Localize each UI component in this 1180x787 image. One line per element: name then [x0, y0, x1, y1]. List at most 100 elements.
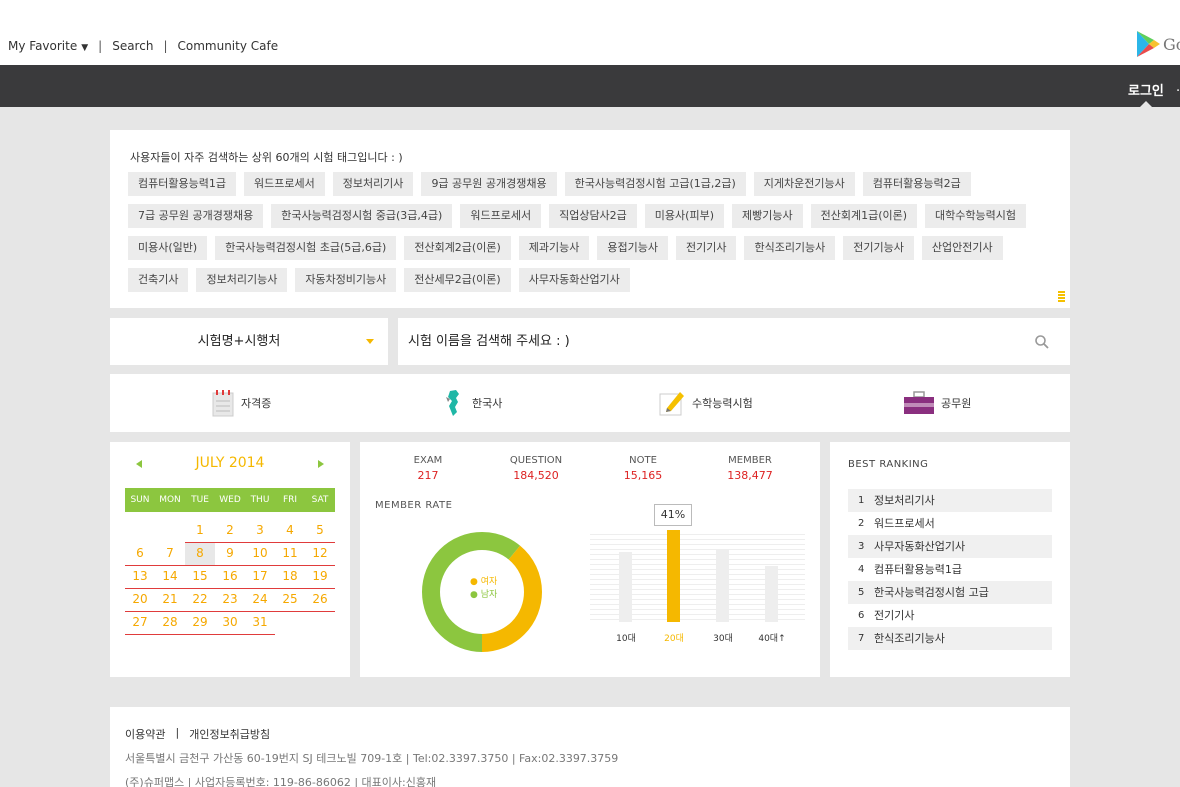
- age-bar[interactable]: [716, 550, 729, 622]
- tag-chip[interactable]: 정보처리기능사: [196, 268, 288, 292]
- age-bar[interactable]: [765, 565, 778, 622]
- calendar-day[interactable]: 20: [125, 589, 155, 612]
- ranking-item[interactable]: 7 한식조리기능사: [848, 627, 1052, 650]
- tag-chip[interactable]: 미용사(피부): [644, 204, 724, 228]
- age-bar[interactable]: [667, 530, 680, 622]
- ranking-item[interactable]: 4 컴퓨터활용능력1급: [848, 558, 1052, 581]
- search-input[interactable]: [408, 328, 1008, 355]
- calendar-day[interactable]: 13: [125, 566, 155, 589]
- tag-chip[interactable]: 컴퓨터활용능력1급: [128, 172, 236, 196]
- tag-chip[interactable]: 7급 공무원 공개경쟁채용: [128, 204, 264, 228]
- tag-chip[interactable]: 용접기능사: [597, 236, 668, 260]
- calendar-week: 20 21 22 23 24 25 26: [125, 589, 335, 612]
- calendar-day[interactable]: 2: [215, 520, 245, 543]
- tag-chip[interactable]: 전기기사: [675, 236, 737, 260]
- category-korean-history[interactable]: 한국사: [444, 374, 502, 432]
- calendar-day[interactable]: 28: [155, 612, 185, 635]
- calendar-day[interactable]: 23: [215, 589, 245, 612]
- tag-chip[interactable]: 한국사능력검정시험 중급(3급,4급): [271, 204, 453, 228]
- stat-note: NOTE 15,165: [593, 455, 693, 482]
- nav-separator: |: [98, 39, 103, 53]
- tag-chip[interactable]: 워드프로세서: [243, 172, 325, 196]
- calendar-day[interactable]: 14: [155, 566, 185, 589]
- calendar-day[interactable]: 17: [245, 566, 275, 589]
- tag-chip[interactable]: 한국사능력검정시험 고급(1급,2급): [564, 172, 746, 196]
- category-civil-service[interactable]: 공무원: [903, 374, 971, 432]
- expand-handle-icon[interactable]: [1058, 291, 1065, 302]
- search-type-select[interactable]: 시험명+시행처: [110, 318, 388, 365]
- tag-chip[interactable]: 직업상담사2급: [549, 204, 637, 228]
- chevron-right-icon[interactable]: [318, 460, 324, 468]
- ranking-item[interactable]: 5 한국사능력검정시험 고급: [848, 581, 1052, 604]
- tag-chip[interactable]: 워드프로세서: [460, 204, 542, 228]
- calendar-day[interactable]: 12: [305, 543, 335, 566]
- search-box: [398, 318, 1070, 365]
- tag-chip[interactable]: 사무자동화산업기사: [518, 268, 630, 292]
- calendar-day[interactable]: 30: [215, 612, 245, 635]
- ranking-item[interactable]: 1 정보처리기사: [848, 489, 1052, 512]
- tag-chip[interactable]: 지게차운전기능사: [753, 172, 855, 196]
- calendar-day[interactable]: 26: [305, 589, 335, 612]
- tag-chip[interactable]: 미용사(일반): [128, 236, 208, 260]
- calendar-day[interactable]: 15: [185, 566, 215, 589]
- ranking-item[interactable]: 6 전기기사: [848, 604, 1052, 627]
- tag-chip[interactable]: 한국사능력검정시험 초급(5급,6급): [215, 236, 397, 260]
- tag-chip[interactable]: 전기기능사: [843, 236, 914, 260]
- calendar-day[interactable]: 18: [275, 566, 305, 589]
- ranking-item[interactable]: 2 워드프로세서: [848, 512, 1052, 535]
- calendar-day[interactable]: 5: [305, 520, 335, 543]
- calendar-day[interactable]: 1: [185, 520, 215, 543]
- top-bar: My Favorite ▼ | Search | Community Cafe G…: [0, 0, 1180, 65]
- ranking-item[interactable]: 3 사무자동화산업기사: [848, 535, 1052, 558]
- calendar-day[interactable]: 19: [305, 566, 335, 589]
- calendar-day[interactable]: 7: [155, 543, 185, 566]
- category-csat[interactable]: 수학능력시험: [658, 374, 753, 432]
- calendar-day[interactable]: 4: [275, 520, 305, 543]
- terms-link[interactable]: 이용약관: [125, 726, 165, 742]
- calendar-day[interactable]: 22: [185, 589, 215, 612]
- search-icon[interactable]: [1034, 334, 1050, 350]
- calendar-day[interactable]: 21: [155, 589, 185, 612]
- tag-chip[interactable]: 제과기능사: [518, 236, 590, 260]
- calendar-day[interactable]: 25: [275, 589, 305, 612]
- calendar-day[interactable]: 11: [275, 543, 305, 566]
- tag-chip[interactable]: 전산회계2급(이론): [404, 236, 511, 260]
- category-label: 한국사: [472, 397, 503, 410]
- tag-chip[interactable]: 대학수학능력시험: [925, 204, 1026, 228]
- privacy-link[interactable]: 개인정보취급방침: [189, 726, 270, 742]
- calendar-empty: [275, 612, 305, 635]
- tag-chip[interactable]: 전산회계1급(이론): [810, 204, 918, 228]
- tag-chip[interactable]: 9급 공무원 공개경쟁채용: [421, 172, 557, 196]
- stats-panel: EXAM 217 QUESTION 184,520 NOTE 15,165 ME…: [360, 442, 820, 677]
- google-play-badge[interactable]: Go: [1135, 30, 1180, 58]
- calendar-empty: [155, 520, 185, 543]
- calendar-day[interactable]: 3: [245, 520, 275, 543]
- category-certificate[interactable]: 자격증: [211, 374, 271, 432]
- calendar-day[interactable]: 29: [185, 612, 215, 635]
- tag-chip[interactable]: 한식조리기능사: [744, 236, 836, 260]
- rank-number: 7: [858, 633, 865, 644]
- calendar-day[interactable]: 6: [125, 543, 155, 566]
- weekday-label: WED: [219, 495, 241, 505]
- tag-chip[interactable]: 전산세무2급(이론): [404, 268, 511, 292]
- age-bar[interactable]: [619, 552, 632, 622]
- calendar-day[interactable]: 16: [215, 566, 245, 589]
- footer: 이용약관 | 개인정보취급방침 서울특별시 금천구 가산동 60-19번지 SJ…: [110, 707, 1070, 787]
- tag-chip[interactable]: 제빵기능사: [731, 204, 803, 228]
- search-link[interactable]: Search: [112, 39, 153, 53]
- calendar-day[interactable]: 10: [245, 543, 275, 566]
- calendar-day[interactable]: 8: [185, 543, 215, 566]
- calendar-day[interactable]: 24: [245, 589, 275, 612]
- tag-chip[interactable]: 건축기사: [128, 268, 189, 292]
- calendar-day[interactable]: 27: [125, 612, 155, 635]
- calendar-day[interactable]: 31: [245, 612, 275, 635]
- tag-chip[interactable]: 산업안전기사: [921, 236, 1003, 260]
- my-favorite-link[interactable]: My Favorite ▼: [8, 39, 88, 53]
- tag-chip[interactable]: 자동차정비기능사: [295, 268, 397, 292]
- calendar-day[interactable]: 9: [215, 543, 245, 566]
- community-cafe-link[interactable]: Community Cafe: [177, 39, 278, 53]
- header-menu-icon[interactable]: .: [1176, 80, 1180, 95]
- tag-chip[interactable]: 정보처리기사: [332, 172, 414, 196]
- tag-chip[interactable]: 컴퓨터활용능력2급: [862, 172, 971, 196]
- login-button[interactable]: 로그인: [1128, 80, 1164, 99]
